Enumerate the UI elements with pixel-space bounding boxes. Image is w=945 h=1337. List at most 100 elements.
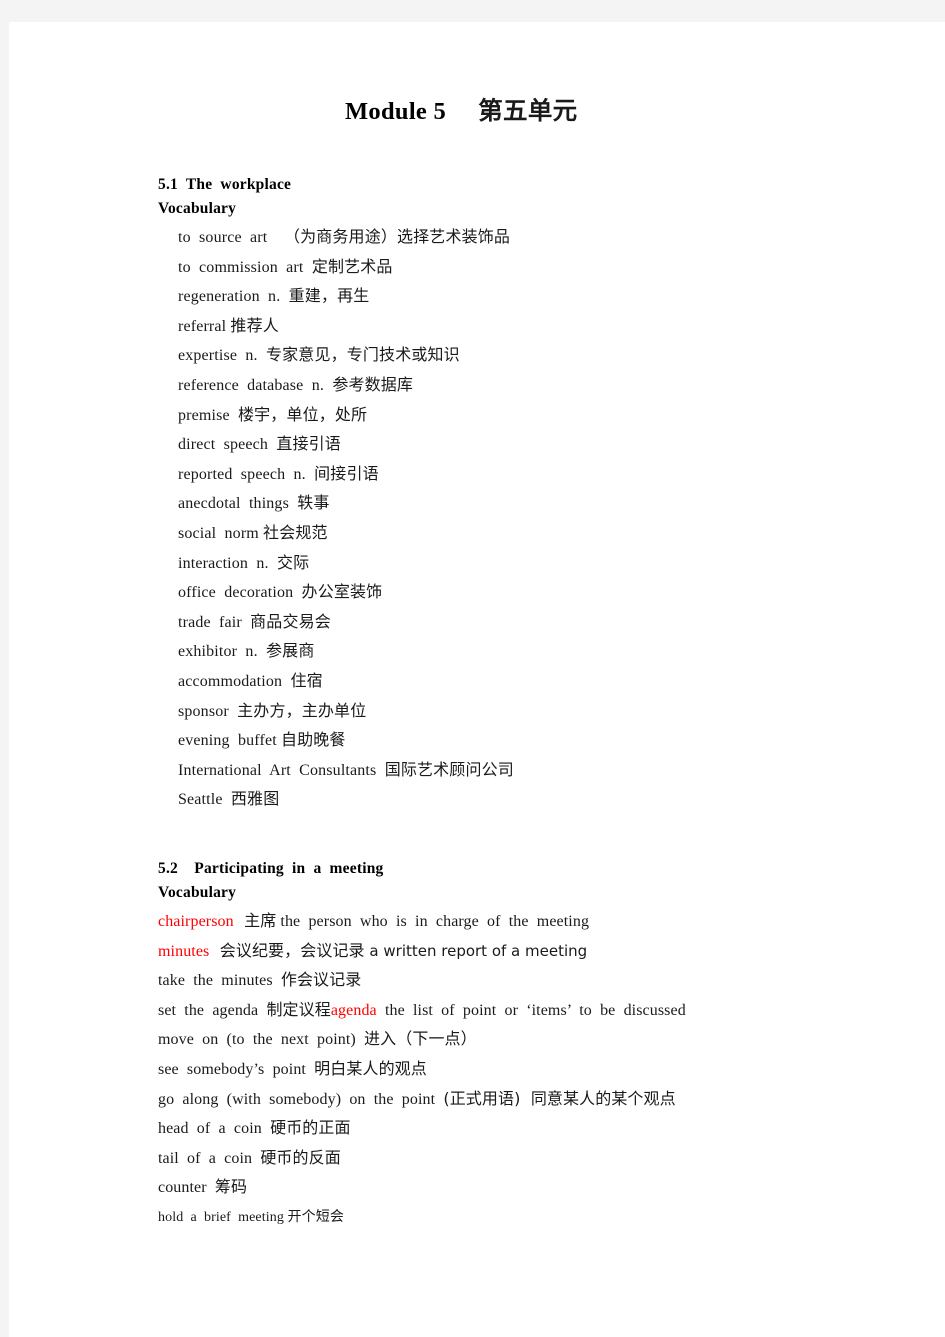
entry-en: direct speech bbox=[178, 436, 277, 454]
entry-en: trade fair bbox=[178, 613, 251, 631]
section-heading-5-1: 5.1 The workplace bbox=[158, 176, 292, 193]
entry-cn: 开个短会 bbox=[287, 1208, 344, 1225]
entry-en: move on (to the next point) bbox=[158, 1031, 365, 1049]
entry-en: to commission art bbox=[178, 258, 312, 276]
vocabulary-entry: set the agenda 制定议程agenda the list of po… bbox=[158, 996, 849, 1026]
entry-cn: 住宿 bbox=[290, 670, 323, 690]
entry-term-highlight: chairperson bbox=[158, 912, 234, 930]
page-title-gap bbox=[446, 98, 478, 125]
section-heading-5-2: 5.2 Participating in a meeting bbox=[158, 859, 384, 877]
entry-en: interaction n. bbox=[178, 554, 277, 572]
vocabulary-entry: anecdotal things 轶事 bbox=[178, 489, 849, 519]
vocabulary-entry: interaction n. 交际 bbox=[178, 549, 849, 579]
entry-cn: 社会规范 bbox=[263, 522, 328, 542]
vocabulary-entry: see somebody’s point 明白某人的观点 bbox=[158, 1055, 849, 1085]
vocabulary-entry: tail of a coin 硬币的反面 bbox=[158, 1144, 849, 1174]
entry-cn: 轶事 bbox=[297, 493, 330, 513]
vocabulary-entry: expertise n. 专家意见，专门技术或知识 bbox=[178, 341, 849, 371]
vocabulary-entry: reference database n. 参考数据库 bbox=[178, 371, 849, 401]
entry-en: tail of a coin bbox=[158, 1149, 261, 1167]
section-subheading-5-2: Vocabulary bbox=[158, 883, 237, 901]
entry-en: International Art Consultants bbox=[178, 761, 385, 779]
entry-cn: 交际 bbox=[276, 552, 310, 572]
entry-en: premise bbox=[178, 406, 238, 424]
entry-cn: 办公室装饰 bbox=[301, 582, 383, 602]
vocabulary-entry: Seattle 西雅图 bbox=[178, 785, 849, 815]
entry-en: exhibitor n. bbox=[178, 643, 267, 661]
entry-cn: 商品交易会 bbox=[250, 611, 331, 631]
entry-cn: 主办方，主办单位 bbox=[237, 700, 367, 720]
vocabulary-entry: office decoration 办公室装饰 bbox=[178, 578, 849, 608]
entry-en: see somebody’s point bbox=[158, 1060, 315, 1078]
entry-definition: the person who is in charge of the meeti… bbox=[276, 912, 590, 930]
page-title-en: Module 5 bbox=[345, 98, 447, 125]
entry-cn: 参展商 bbox=[266, 641, 315, 661]
vocabulary-entry: head of a coin 硬币的正面 bbox=[158, 1114, 849, 1144]
entry-definition: a written report of a meeting bbox=[364, 941, 588, 960]
entry-cn: 进入（下一点） bbox=[364, 1029, 477, 1049]
entry-cn: 楼宇，单位，处所 bbox=[238, 404, 368, 424]
entry-cn: 定制艺术品 bbox=[311, 256, 393, 276]
entry-definition: the list of point or ‘items’ to be discu… bbox=[376, 1001, 686, 1019]
entry-cn: 推荐人 bbox=[230, 315, 279, 335]
vocabulary-entry: hold a brief meeting 开个短会 bbox=[158, 1203, 849, 1232]
entry-en: to source art bbox=[178, 229, 284, 247]
vocabulary-entry: counter 筹码 bbox=[158, 1173, 849, 1203]
vocabulary-entry: chairperson 主席 the person who is in char… bbox=[158, 907, 849, 937]
entry-en: Seattle bbox=[178, 791, 231, 809]
entry-en: go along (with somebody) on the point bbox=[158, 1090, 444, 1108]
entry-cn: 硬币的正面 bbox=[270, 1118, 351, 1138]
vocabulary-entry: evening buffet 自助晚餐 bbox=[178, 726, 849, 756]
entry-en: sponsor bbox=[178, 702, 238, 720]
entry-en: regeneration n. bbox=[178, 288, 289, 306]
entry-cn: 筹码 bbox=[214, 1177, 248, 1197]
entry-cn: 作会议记录 bbox=[280, 970, 362, 990]
entry-cn: 国际艺术顾问公司 bbox=[384, 759, 514, 779]
entry-en: head of a coin bbox=[158, 1120, 271, 1138]
entry-en: social norm bbox=[178, 524, 264, 542]
vocabulary-entry: to commission art 定制艺术品 bbox=[178, 253, 849, 283]
vocabulary-list-5-1: to source art （为商务用途）选择艺术装饰品 to commissi… bbox=[149, 223, 849, 815]
entry-cn: 间接引语 bbox=[314, 463, 379, 483]
entry-cn: 明白某人的观点 bbox=[314, 1058, 427, 1078]
vocabulary-entry: to source art （为商务用途）选择艺术装饰品 bbox=[178, 223, 849, 253]
vocabulary-entry: social norm 社会规范 bbox=[178, 519, 849, 549]
entry-cn: 直接引语 bbox=[276, 434, 341, 454]
entry-en: anecdotal things bbox=[178, 495, 298, 513]
entry-cn: (正式用语) 同意某人的某个观点 bbox=[443, 1088, 676, 1108]
entry-en: evening buffet bbox=[178, 732, 281, 750]
vocabulary-entry: trade fair 商品交易会 bbox=[178, 608, 849, 638]
entry-cn: 参考数据库 bbox=[332, 375, 414, 394]
page-title: Module 5 第五单元 bbox=[149, 92, 849, 127]
entry-cn: 制定议程 bbox=[266, 999, 331, 1019]
entry-cn: （为商务用途）选择艺术装饰品 bbox=[283, 227, 511, 247]
entry-cn: 专家意见，专门技术或知识 bbox=[266, 345, 460, 365]
entry-en: accommodation bbox=[178, 672, 291, 690]
vocabulary-entry: regeneration n. 重建，再生 bbox=[178, 282, 849, 312]
vocabulary-entry: International Art Consultants 国际艺术顾问公司 bbox=[178, 756, 849, 786]
document-content: Module 5 第五单元 5.1 The workplace Vocabula… bbox=[149, 92, 849, 1232]
vocabulary-entry: accommodation 住宿 bbox=[178, 667, 849, 697]
vocabulary-entry: reported speech n. 间接引语 bbox=[178, 460, 849, 490]
entry-en: reported speech n. bbox=[178, 465, 315, 483]
entry-cn: 西雅图 bbox=[230, 789, 280, 809]
entry-en: take the minutes bbox=[158, 972, 281, 990]
vocabulary-entry: referral 推荐人 bbox=[178, 312, 849, 342]
entry-en: expertise n. bbox=[178, 347, 266, 365]
vocabulary-entry: take the minutes 作会议记录 bbox=[158, 966, 849, 996]
page-title-cn: 第五单元 bbox=[478, 96, 578, 125]
entry-cn: 主席 bbox=[233, 910, 277, 930]
entry-en: referral bbox=[178, 317, 231, 335]
entry-en: office decoration bbox=[178, 584, 302, 602]
entry-en: set the agenda bbox=[158, 1001, 267, 1019]
vocabulary-entry: move on (to the next point) 进入（下一点） bbox=[158, 1025, 849, 1055]
document-page: Module 5 第五单元 5.1 The workplace Vocabula… bbox=[9, 22, 945, 1337]
entry-cn: 硬币的反面 bbox=[260, 1147, 341, 1167]
section-subheading-5-1: Vocabulary bbox=[158, 200, 237, 218]
vocabulary-entry: go along (with somebody) on the point (正… bbox=[158, 1085, 849, 1115]
entry-cn: 重建，再生 bbox=[288, 286, 370, 306]
vocabulary-entry: minutes 会议纪要，会议记录 a written report of a … bbox=[158, 937, 849, 967]
entry-en: hold a brief meeting bbox=[158, 1209, 288, 1225]
entry-cn: 自助晚餐 bbox=[280, 730, 346, 750]
